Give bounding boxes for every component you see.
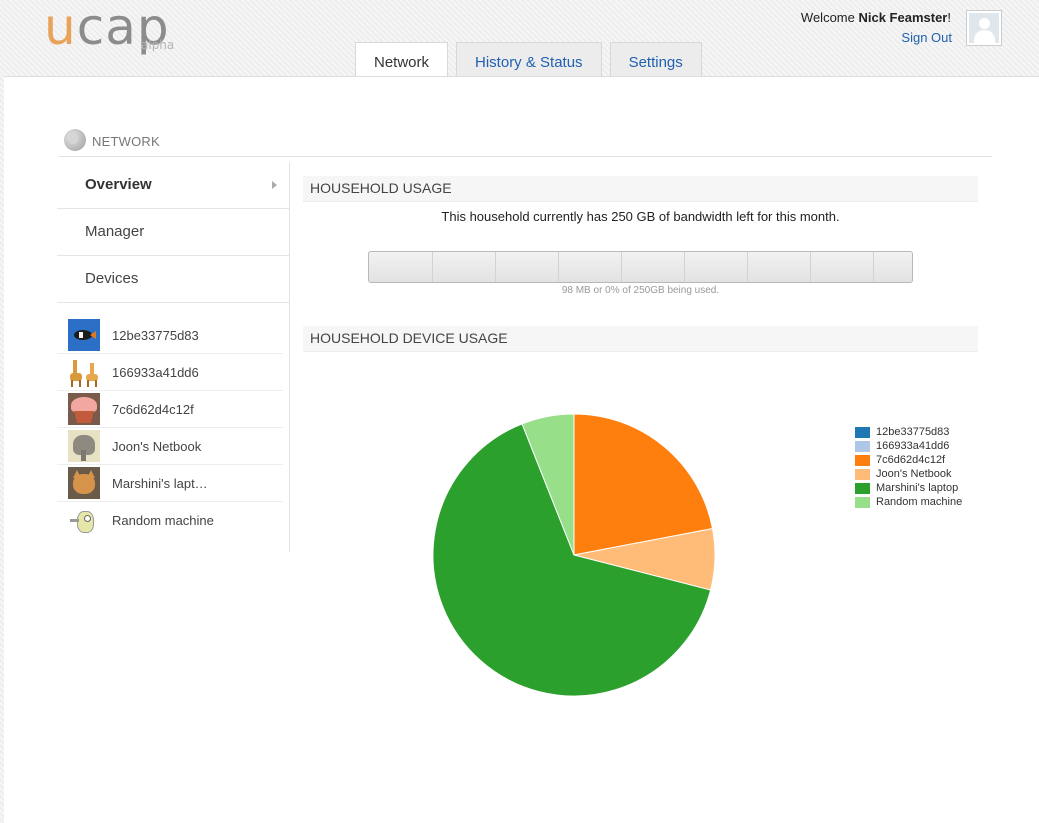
bandwidth-caption: 98 MB or 0% of 250GB being used. [561,285,720,296]
fish-thumbnail [68,319,100,351]
welcome-message: Welcome Nick Feamster! [800,10,951,25]
legend-swatch [855,496,870,508]
legend-label: 166933a41dd6 [876,440,950,452]
legend-label: 7c6d62d4c12f [876,454,946,466]
cat-thumbnail [68,467,100,499]
legend-item[interactable]: 12be33775d83 [855,425,962,439]
giraffes-thumbnail [68,356,100,388]
caret-right-icon [272,181,277,189]
household-usage-message: This household currently has 250 GB of b… [441,209,840,224]
sidebar-item-manager[interactable]: Manager [57,209,289,256]
ucap-logo[interactable]: ucap alpha [44,2,184,54]
pie-legend: 12be33775d83 166933a41dd6 7c6d62d4c12f Joon… [855,425,962,509]
legend-swatch [855,454,870,466]
legend-swatch [855,426,870,438]
sign-out-link[interactable]: Sign Out [901,30,952,45]
legend-label: Marshini's laptop [876,482,959,494]
device-item[interactable]: 12be33775d83 [57,317,283,354]
user-avatar[interactable] [966,10,1002,46]
progress-bar-segment-divider [495,252,496,282]
legend-swatch [855,468,870,480]
device-list: 12be33775d83 166933a41dd6 7c6d62d4c12f J… [57,317,289,539]
person-icon [969,13,999,43]
cupcake-thumbnail [68,393,100,425]
legend-swatch [855,482,870,494]
sidebar-item-devices[interactable]: Devices [57,256,289,303]
device-item[interactable]: Random machine [57,502,283,539]
tab-network[interactable]: Network [355,42,449,78]
progress-bar-segment-divider [873,252,874,282]
legend-item[interactable]: Random machine [855,495,962,509]
legend-item[interactable]: Marshini's laptop [855,481,962,495]
progress-bar-segment-divider [432,252,433,282]
legend-item[interactable]: 7c6d62d4c12f [855,453,962,467]
elephant-thumbnail [68,430,100,462]
legend-label: 12be33775d83 [876,426,950,438]
device-item[interactable]: 166933a41dd6 [57,354,283,391]
globe-icon [64,129,86,151]
device-usage-header: HOUSEHOLD DEVICE USAGE [303,326,978,352]
progress-bar-segment-divider [558,252,559,282]
logo-alpha-tag: alpha [141,38,175,52]
bandwidth-progress-bar [368,251,913,283]
robot-thumbnail [68,504,100,537]
legend-label: Random machine [876,496,963,508]
section-header: NETWORK [58,127,992,157]
tab-settings[interactable]: Settings [609,42,702,76]
progress-bar-segment-divider [810,252,811,282]
tab-history-status[interactable]: History & Status [456,42,602,76]
legend-item[interactable]: Joon's Netbook [855,467,962,481]
progress-bar-segment-divider [621,252,622,282]
device-item[interactable]: 7c6d62d4c12f [57,391,283,428]
sidebar: Overview Manager Devices 12be33775d83 16… [57,162,290,552]
sidebar-item-overview[interactable]: Overview [57,162,289,209]
device-item[interactable]: Joon's Netbook [57,428,283,465]
progress-bar-segment-divider [747,252,748,282]
device-item[interactable]: Marshini's lapt… [57,465,283,502]
main-tabs: Network History & Status Settings [355,42,710,78]
device-usage-pie-chart [432,413,716,697]
legend-item[interactable]: 166933a41dd6 [855,439,962,453]
progress-bar-segment-divider [684,252,685,282]
user-name: Nick Feamster [858,10,948,25]
section-title: NETWORK [92,134,160,149]
household-usage-header: HOUSEHOLD USAGE [303,176,978,202]
legend-label: Joon's Netbook [876,468,952,480]
legend-swatch [855,440,870,452]
